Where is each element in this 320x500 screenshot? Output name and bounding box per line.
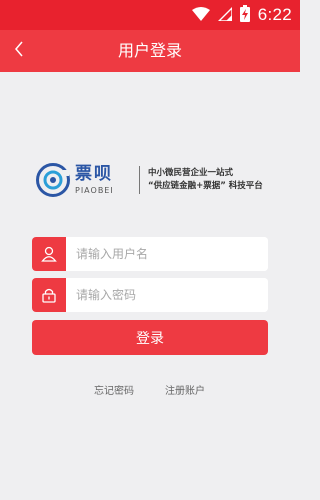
status-bar: 6:22 bbox=[0, 0, 300, 30]
status-time: 6:22 bbox=[257, 5, 292, 24]
brand-slogan: 中小微民营企业一站式 “供应链金融+票据” 科技平台 bbox=[148, 167, 263, 193]
piaobei-logo-icon bbox=[35, 162, 71, 198]
brand-divider bbox=[139, 166, 140, 194]
username-input[interactable] bbox=[66, 237, 268, 271]
slogan-line-1: 中小微民营企业一站式 bbox=[148, 168, 234, 178]
brand-name: 票呗 bbox=[75, 164, 113, 184]
username-field bbox=[32, 237, 268, 271]
signal-icon bbox=[217, 5, 233, 25]
nav-bar: 用户登录 bbox=[0, 30, 300, 72]
battery-charging-icon bbox=[239, 4, 250, 26]
wifi-icon bbox=[191, 6, 210, 25]
password-input[interactable] bbox=[66, 278, 268, 312]
login-button[interactable]: 登录 bbox=[32, 320, 268, 355]
slogan-line-2: “供应链金融+票据” 科技平台 bbox=[148, 181, 263, 191]
register-link[interactable]: 注册账户 bbox=[165, 382, 205, 397]
forgot-password-link[interactable]: 忘记密码 bbox=[94, 382, 134, 397]
password-field bbox=[32, 278, 268, 312]
brand-logo: 票呗 PIAOBEI 中小微民营企业一站式 “供应链金融+票据” 科技平台 bbox=[35, 160, 275, 200]
brand-name-en: PIAOBEI bbox=[75, 186, 114, 195]
lock-icon bbox=[32, 278, 66, 312]
user-icon bbox=[32, 237, 66, 271]
page-title: 用户登录 bbox=[117, 41, 182, 60]
